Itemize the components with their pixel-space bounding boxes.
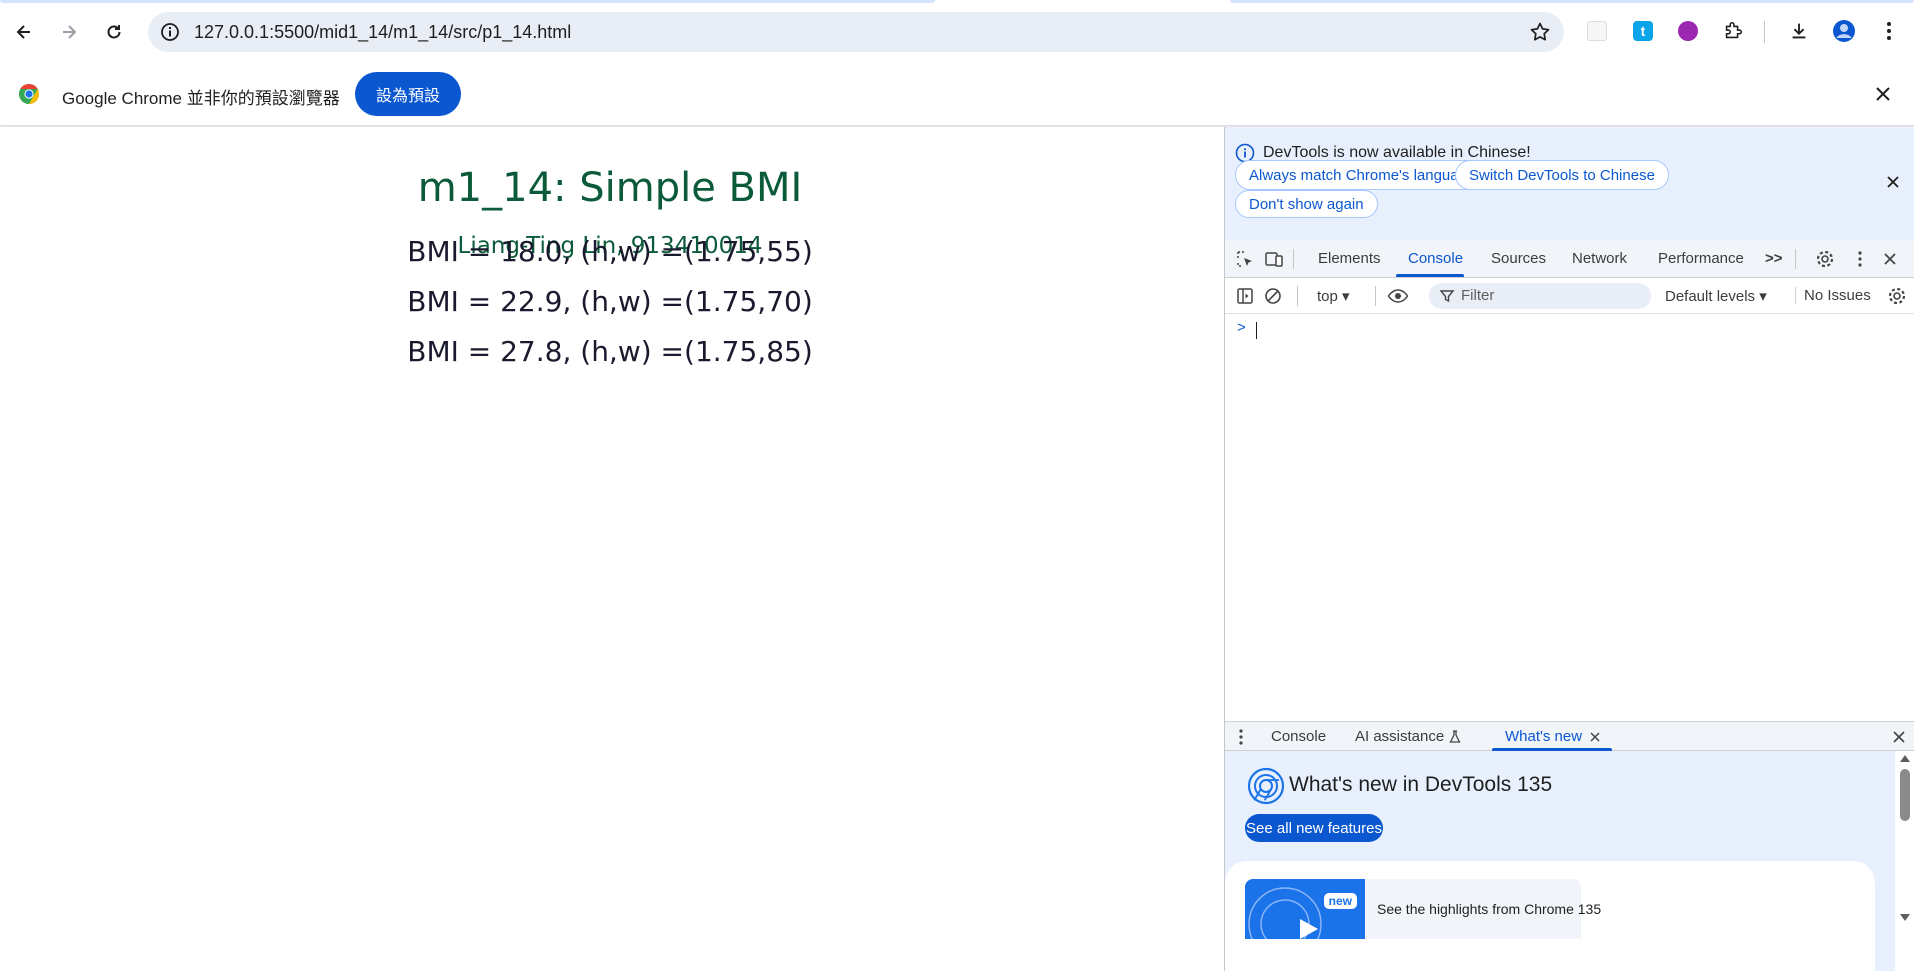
url-text[interactable]: 127.0.0.1:5500/mid1_14/m1_14/src/p1_14.h… (194, 22, 571, 43)
video-thumbnail-graphic (1248, 887, 1322, 939)
extension-grid-icon (1587, 21, 1607, 41)
highlights-thumbnail[interactable]: new (1245, 879, 1365, 939)
bar-divider (1297, 286, 1298, 306)
extension-t-icon: t (1633, 21, 1653, 41)
puzzle-icon (1725, 21, 1743, 39)
bmi-result: BMI = 27.8, (h,w) =(1.75,85) (407, 335, 813, 368)
switch-to-chinese-button[interactable]: Switch DevTools to Chinese (1455, 160, 1669, 190)
chrome-logo-icon (19, 84, 39, 104)
drawer-tab-console[interactable]: Console (1271, 728, 1326, 745)
highlights-text: See the highlights from Chrome 135 (1377, 901, 1602, 917)
see-all-features-button[interactable]: See all new features (1245, 814, 1383, 842)
kebab-menu-icon[interactable] (1237, 728, 1245, 746)
devtools-drawer: Console AI assistance What's new What's … (1225, 721, 1914, 971)
bookmark-star-icon[interactable] (1528, 20, 1552, 44)
bmi-result: BMI = 22.9, (h,w) =(1.75,70) (407, 285, 813, 318)
inspect-element-icon[interactable] (1235, 249, 1255, 269)
close-tab-icon[interactable] (1589, 731, 1601, 743)
scrollbar-thumb[interactable] (1900, 769, 1910, 821)
extension-3-button[interactable] (1676, 19, 1700, 43)
dont-show-again-button[interactable]: Don't show again (1235, 190, 1378, 218)
drawer-scrollbar[interactable] (1895, 751, 1914, 971)
eye-icon[interactable] (1387, 286, 1409, 306)
bar-divider (1375, 286, 1376, 306)
forward-button[interactable] (52, 15, 86, 49)
log-levels-dropdown[interactable]: Default levels ▾ (1665, 287, 1767, 305)
device-toolbar-icon[interactable] (1264, 249, 1284, 269)
tab-elements[interactable]: Elements (1318, 250, 1381, 267)
devtools-panel: DevTools is now available in Chinese! Al… (1224, 127, 1914, 971)
address-bar[interactable]: 127.0.0.1:5500/mid1_14/m1_14/src/p1_14.h… (148, 12, 1564, 52)
tab-console[interactable]: Console (1408, 250, 1463, 267)
browser-toolbar: 127.0.0.1:5500/mid1_14/m1_14/src/p1_14.h… (0, 0, 1914, 62)
console-input-caret[interactable] (1256, 322, 1257, 339)
new-badge: new (1323, 893, 1357, 909)
context-selector[interactable]: top ▾ (1317, 287, 1350, 305)
close-icon[interactable] (1883, 172, 1903, 192)
active-tab-indicator (1396, 274, 1464, 277)
back-button[interactable] (7, 15, 41, 49)
tab-divider (1795, 249, 1796, 269)
reload-button[interactable] (97, 15, 131, 49)
language-banner: DevTools is now available in Chinese! Al… (1225, 127, 1914, 240)
tab-divider (1293, 249, 1294, 269)
tab-strip-edge (0, 0, 1914, 3)
forward-icon (63, 25, 77, 39)
tab-performance[interactable]: Performance (1658, 250, 1744, 267)
page-title: m1_14: Simple BMI (417, 165, 803, 211)
clear-console-icon[interactable] (1263, 286, 1283, 306)
download-icon (1792, 23, 1806, 39)
reload-icon (107, 25, 121, 39)
profile-icon (1833, 20, 1855, 42)
flask-icon (1449, 730, 1461, 743)
close-icon[interactable] (1891, 729, 1907, 745)
extension-2-button[interactable]: t (1631, 19, 1655, 43)
more-tabs-button[interactable]: >> (1765, 250, 1783, 267)
bmi-result: BMI = 18.0, (h,w) =(1.75,55) (407, 235, 813, 268)
always-match-language-button[interactable]: Always match Chrome's language (1235, 160, 1490, 190)
tab-network[interactable]: Network (1572, 250, 1627, 267)
scroll-down-arrow-icon[interactable] (1899, 913, 1911, 923)
chrome-menu-button[interactable] (1877, 19, 1901, 43)
downloads-button[interactable] (1787, 19, 1811, 43)
issues-counter[interactable]: No Issues (1795, 287, 1871, 304)
filter-icon (1439, 290, 1455, 303)
drawer-tabbar: Console AI assistance What's new (1225, 721, 1914, 751)
back-icon (16, 25, 30, 39)
extension-1-button[interactable] (1585, 19, 1609, 43)
chrome-devtools-logo-icon (1247, 767, 1285, 805)
filter-placeholder: Filter (1461, 287, 1495, 304)
whats-new-panel: What's new in DevTools 135 See all new f… (1225, 751, 1895, 971)
toolbar-divider (1764, 21, 1765, 43)
menu-icon (1887, 22, 1891, 40)
drawer-tab-ai-assistance[interactable]: AI assistance (1355, 728, 1444, 745)
highlights-card: new See the highlights from Chrome 135 (1225, 861, 1875, 971)
console-settings-gear-icon[interactable] (1887, 286, 1907, 306)
sidebar-toggle-icon[interactable] (1235, 286, 1255, 306)
whats-new-title: What's new in DevTools 135 (1289, 773, 1553, 796)
console-toolbar: top ▾ Filter Default levels ▾ No Issues (1225, 278, 1914, 314)
close-icon[interactable] (1880, 249, 1900, 269)
site-info-icon[interactable] (158, 20, 182, 44)
default-browser-infobar: Google Chrome 並非你的預設瀏覽器 設為預設 (0, 62, 1914, 126)
set-default-button[interactable]: 設為預設 (355, 72, 461, 116)
highlights-link[interactable]: See the highlights from Chrome 135 (1365, 879, 1601, 939)
gear-icon[interactable] (1815, 249, 1835, 269)
infobar-message: Google Chrome 並非你的預設瀏覽器 (62, 89, 340, 108)
console-prompt-chevron: > (1237, 319, 1246, 336)
extensions-menu-button[interactable] (1721, 19, 1745, 43)
extension-globe-icon (1678, 21, 1698, 41)
close-icon[interactable] (1872, 83, 1894, 105)
page-content: m1_14: Simple BMI Liang-Ting Lin, 913410… (0, 127, 1224, 971)
browser-window: 127.0.0.1:5500/mid1_14/m1_14/src/p1_14.h… (0, 0, 1914, 971)
scroll-up-arrow-icon[interactable] (1899, 753, 1911, 763)
tab-sources[interactable]: Sources (1491, 250, 1546, 267)
profile-button[interactable] (1832, 19, 1856, 43)
devtools-tabbar: Elements Console Sources Network Perform… (1225, 240, 1914, 278)
drawer-tab-whats-new[interactable]: What's new (1505, 728, 1582, 745)
kebab-menu-icon[interactable] (1850, 249, 1870, 269)
filter-input[interactable]: Filter (1429, 283, 1651, 309)
